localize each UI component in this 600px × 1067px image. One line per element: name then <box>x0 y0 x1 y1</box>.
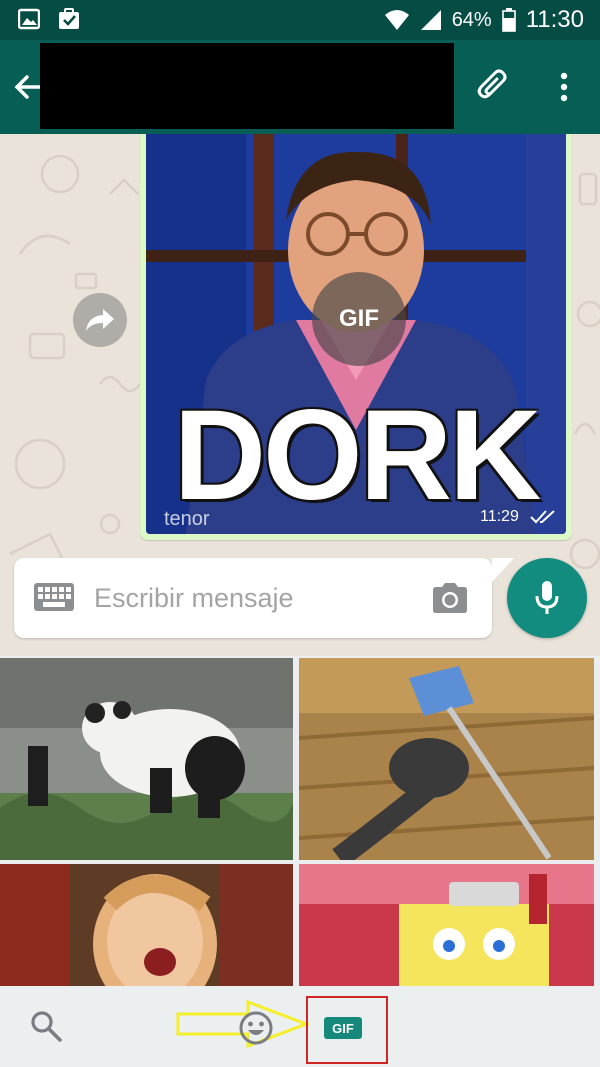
gif-message-bubble[interactable]: GIF DORK tenor 11:29 <box>140 134 572 540</box>
message-input[interactable] <box>94 578 414 618</box>
microphone-icon <box>535 581 559 614</box>
gif-result-cat-mop-thumbnail <box>299 658 594 860</box>
battery-percent: 64% <box>451 8 492 31</box>
gif-caption: DORK <box>173 384 542 527</box>
chat-header <box>0 40 600 134</box>
double-check-icon <box>530 510 555 524</box>
gif-result-excited-woman[interactable] <box>0 864 293 986</box>
gallery-notification-icon <box>18 8 40 30</box>
status-bar: 64% 11:30 <box>0 0 600 40</box>
paperclip-icon <box>477 69 507 99</box>
gif-result-panda-thumbnail <box>0 658 293 860</box>
gif-search-button[interactable] <box>28 1008 64 1044</box>
share-forward-icon <box>86 309 114 331</box>
smiley-icon <box>239 1011 273 1045</box>
forward-button[interactable] <box>73 293 127 347</box>
keyboard-icon <box>34 583 74 611</box>
picker-bottom-bar: GIF <box>0 986 600 1067</box>
message-time: 11:29 <box>480 508 519 525</box>
cell-signal-icon <box>420 10 441 30</box>
emoji-tab-button[interactable] <box>236 1008 276 1048</box>
clock: 11:30 <box>525 6 584 33</box>
gif-result-excited-woman-thumbnail <box>0 864 293 986</box>
search-icon <box>31 1011 62 1042</box>
gif-preview[interactable]: GIF DORK tenor 11:29 <box>146 134 566 534</box>
battery-icon <box>501 8 516 32</box>
gif-result-spongebob[interactable] <box>299 864 594 986</box>
voice-record-button[interactable] <box>507 558 587 638</box>
more-vertical-icon <box>560 72 568 102</box>
contact-name[interactable] <box>40 43 454 129</box>
task-done-notification-icon <box>59 8 79 29</box>
wifi-icon <box>384 10 409 30</box>
message-composer <box>14 558 514 638</box>
camera-button[interactable] <box>428 578 472 618</box>
back-arrow-icon <box>14 75 43 99</box>
gif-tab-button[interactable]: GIF <box>324 1017 362 1039</box>
gif-watermark: tenor <box>164 508 210 530</box>
gif-picker-panel[interactable] <box>0 656 600 986</box>
gif-play-badge[interactable]: GIF <box>312 272 406 366</box>
gif-result-cat-mop[interactable] <box>299 658 594 860</box>
gif-result-panda[interactable] <box>0 658 293 860</box>
more-options-button[interactable] <box>546 64 582 110</box>
gif-result-spongebob-thumbnail <box>299 864 594 986</box>
keyboard-toggle-button[interactable] <box>34 580 74 614</box>
attach-button[interactable] <box>470 64 516 110</box>
camera-icon <box>433 583 467 613</box>
